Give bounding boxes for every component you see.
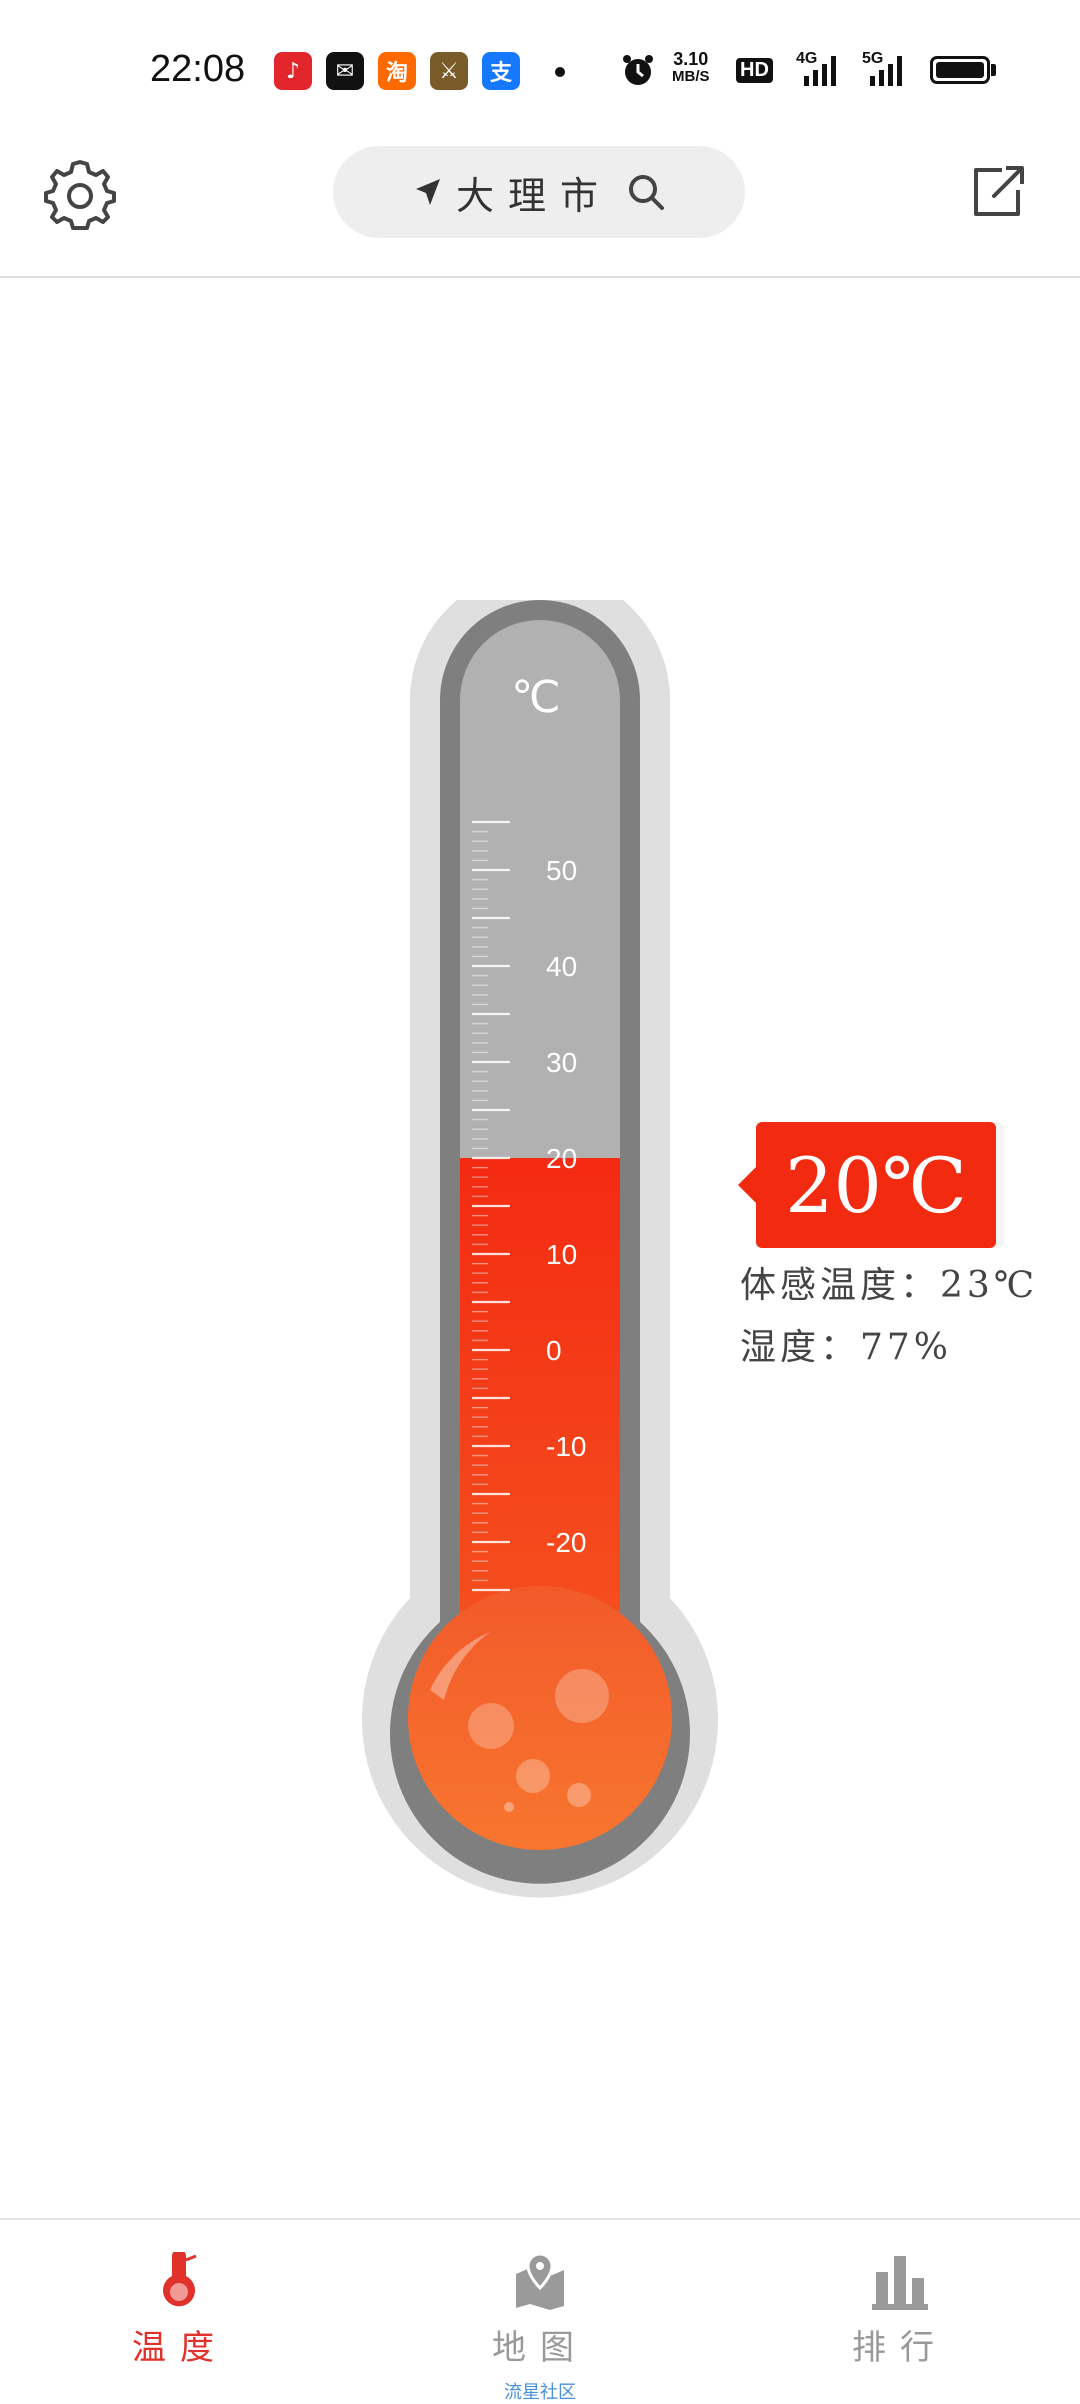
map-pin-icon <box>516 2252 564 2310</box>
gear-icon[interactable] <box>42 156 118 232</box>
nav-tab-ranking[interactable]: 排行 <box>720 2220 1080 2402</box>
community-caption[interactable]: 流星社区 <box>360 2378 720 2404</box>
search-icon <box>629 175 664 210</box>
scale-label: 30 <box>546 1047 577 1078</box>
mail-app-icon: ✉ <box>326 52 364 90</box>
nav-label-temperature: 温度 <box>132 2328 228 2368</box>
battery-tip <box>991 64 996 76</box>
bulb-bubble <box>468 1703 514 1749</box>
bottom-nav: 温度 地图 流星社区 排行 <box>0 2218 1080 2404</box>
game-app-icon: ⚔ <box>430 52 468 90</box>
status-bar: 22:08 ♪ ✉ 淘 ⚔ 支 3.10 MB/S HD 4G 5G <box>0 0 1080 130</box>
music-app-icon: ♪ <box>274 52 312 90</box>
thermometer-unit: ℃ <box>511 672 560 723</box>
bulb-bubble <box>567 1783 591 1807</box>
scale-label: 40 <box>546 951 577 982</box>
scale-label: 20 <box>546 1143 577 1174</box>
hd-badge: HD <box>736 58 773 83</box>
city-name: 大理市 <box>455 173 612 218</box>
nav-label-map: 地图 <box>492 2328 588 2368</box>
city-search-bar[interactable]: 大理市 <box>333 146 745 238</box>
bar-chart-icon <box>872 2256 928 2310</box>
thermometer-bulb <box>408 1586 672 1850</box>
bulb-bubble <box>516 1759 550 1793</box>
current-temperature-badge: 20℃ <box>738 1122 996 1248</box>
taobao-app-icon: 淘 <box>378 52 416 90</box>
alarm-icon <box>623 55 653 85</box>
signal-5g-icon <box>870 56 902 86</box>
thermometer-icon <box>163 2252 197 2307</box>
humidity-text: 湿度：77% <box>740 1327 953 1368</box>
thermometer-gauge: ℃ 50 40 30 20 10 0 -10 -20 <box>362 600 718 1898</box>
scale-label: -20 <box>546 1527 586 1558</box>
nav-tab-map[interactable]: 地图 流星社区 <box>360 2220 720 2404</box>
status-time: 22:08 <box>150 48 246 90</box>
feels-like-text: 体感温度：23℃ <box>740 1265 1039 1306</box>
scale-label: -10 <box>546 1431 586 1462</box>
signal-4g-icon <box>804 56 836 86</box>
more-notifications-dot <box>555 67 565 77</box>
battery-icon <box>930 56 990 84</box>
nav-tab-temperature[interactable]: 温度 <box>0 2220 360 2402</box>
bulb-bubble <box>504 1802 514 1812</box>
location-arrow-icon <box>415 179 440 205</box>
bulb-bubble <box>555 1669 609 1723</box>
alipay-app-icon: 支 <box>482 52 520 90</box>
scale-label: 0 <box>546 1335 562 1366</box>
mercury-column <box>460 1158 620 1660</box>
share-icon[interactable] <box>968 162 1028 222</box>
net-speed: 3.10 MB/S <box>672 49 710 85</box>
nav-label-ranking: 排行 <box>852 2328 948 2368</box>
scale-label: 50 <box>546 855 577 886</box>
scale-label: 10 <box>546 1239 577 1270</box>
top-bar: 大理市 <box>0 130 1080 278</box>
